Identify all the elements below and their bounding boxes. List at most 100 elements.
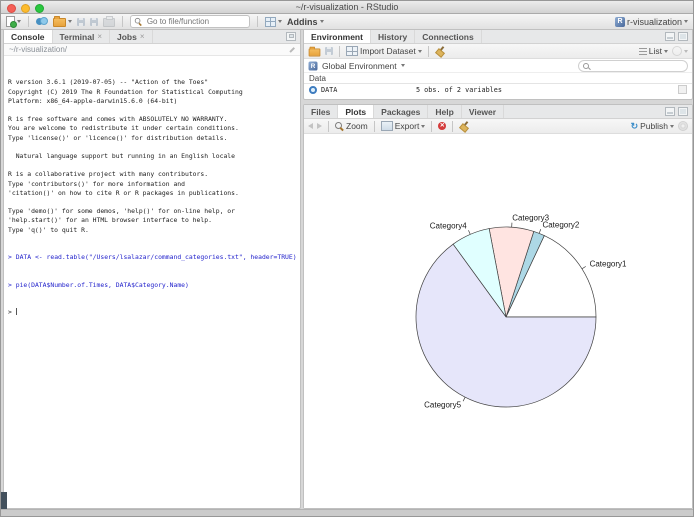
magnifier-icon (335, 121, 344, 131)
chevron-down-icon (278, 20, 282, 23)
project-name: r-visualization (626, 16, 682, 27)
tab-viewer[interactable]: Viewer (462, 105, 505, 118)
maximize-console-icon[interactable] (286, 32, 296, 41)
tab-environment[interactable]: Environment (304, 30, 371, 43)
console-command: > DATA <- read.table("/Users/lsalazar/co… (8, 253, 297, 262)
new-file-button[interactable] (6, 16, 21, 28)
export-plot-button[interactable]: Export (380, 121, 426, 131)
minimize-pane-icon[interactable] (665, 32, 675, 41)
next-plot-button[interactable] (317, 123, 322, 129)
new-project-button[interactable] (36, 17, 48, 26)
project-spheres-icon (36, 17, 48, 26)
rstudio-window: ~/r-visualization - RStudio Go to file/f… (0, 0, 694, 517)
search-icon (583, 62, 589, 69)
toolbar-divider (373, 120, 375, 132)
console-command: > pie(DATA$Number.of.Times, DATA$Categor… (8, 280, 189, 289)
console-input-line[interactable]: > (8, 308, 296, 317)
zoom-plot-button[interactable]: Zoom (335, 121, 368, 131)
tab-terminal[interactable]: Terminal × (53, 30, 110, 43)
object-summary: 5 obs. of 2 variables (416, 85, 502, 94)
open-file-button[interactable] (53, 16, 72, 27)
forward-arrow-icon (317, 123, 322, 129)
tab-help[interactable]: Help (428, 105, 462, 118)
gear-icon (678, 121, 688, 131)
clear-environment-button[interactable] (435, 46, 445, 56)
tab-console-label: Console (11, 31, 45, 42)
clear-console-icon[interactable] (289, 46, 295, 53)
plots-tabbar: Files Plots Packages Help Viewer (304, 105, 692, 119)
load-workspace-button[interactable] (308, 46, 321, 57)
tab-console[interactable]: Console (4, 30, 53, 43)
broom-icon (435, 46, 445, 56)
save-icon (325, 47, 333, 55)
tab-connections[interactable]: Connections (415, 30, 482, 43)
save-all-icon (90, 17, 98, 26)
tab-terminal-label: Terminal (59, 31, 95, 42)
broom-icon (459, 121, 469, 131)
chevron-down-icon (400, 64, 405, 67)
addins-button[interactable]: Addins (287, 17, 324, 27)
toolbar-divider (28, 16, 29, 27)
environment-view-button[interactable]: List (638, 46, 668, 56)
goto-file-input[interactable] (144, 16, 246, 27)
tab-plots[interactable]: Plots (338, 105, 375, 118)
toolbar-divider (452, 120, 454, 132)
working-directory: ~/r-visualization/ (9, 45, 68, 54)
maximize-pane-icon[interactable] (678, 32, 688, 41)
save-workspace-button[interactable] (325, 47, 333, 55)
save-button[interactable] (77, 17, 85, 26)
back-arrow-icon (308, 123, 313, 129)
title-bar: ~/r-visualization - RStudio (1, 1, 693, 14)
pie-label-tick (538, 229, 542, 234)
publish-button[interactable]: ↻ Publish (631, 121, 674, 131)
data-section-label: Data (309, 73, 326, 83)
clear-all-plots-button[interactable] (459, 121, 469, 131)
environment-entry-row[interactable]: DATA 5 obs. of 2 variables (304, 84, 692, 95)
remove-plot-button[interactable]: ✕ (438, 122, 447, 130)
toolbar-divider (257, 16, 258, 27)
tab-history[interactable]: History (371, 30, 416, 43)
pie-label-category5: Category5 (424, 401, 461, 410)
tab-packages-label: Packages (381, 106, 421, 117)
new-file-icon (6, 16, 17, 28)
export-label: Export (394, 121, 420, 131)
save-all-button[interactable] (90, 17, 98, 26)
environment-scope-row: R Global Environment (304, 59, 692, 73)
tab-viewer-label: Viewer (468, 106, 497, 117)
console-output-area[interactable]: R version 3.6.1 (2019-07-05) -- "Action … (4, 56, 300, 508)
project-selector[interactable]: R r-visualization (614, 16, 688, 27)
grid-icon (265, 16, 276, 27)
environment-scope-selector[interactable]: Global Environment (322, 61, 397, 71)
window-bottom-edge (1, 509, 693, 516)
pie-label-tick (581, 266, 586, 270)
console-prompt: > (8, 308, 12, 317)
toolbar-divider (328, 120, 329, 132)
tab-files[interactable]: Files (304, 105, 339, 118)
plots-toolbar: Zoom Export ✕ ↻ Publish (304, 119, 692, 134)
chevron-down-icon (319, 20, 324, 23)
r-environment-icon: R (308, 61, 318, 70)
pie-label-category4: Category4 (430, 222, 467, 231)
tab-environment-label: Environment (311, 31, 363, 42)
tab-packages[interactable]: Packages (374, 105, 429, 118)
tab-jobs[interactable]: Jobs × (110, 30, 153, 43)
minimize-pane-icon[interactable] (665, 107, 675, 116)
plots-options-button[interactable] (678, 121, 688, 131)
close-icon[interactable]: × (140, 32, 145, 41)
view-table-icon[interactable] (678, 85, 687, 94)
print-button[interactable] (103, 16, 115, 27)
maximize-pane-icon[interactable] (678, 107, 688, 116)
refresh-environment-button[interactable] (672, 46, 688, 56)
console-panel: Console Terminal × Jobs × ~/r-visualizat… (3, 29, 301, 509)
tab-plots-label: Plots (345, 106, 367, 117)
pane-layout-button[interactable] (265, 16, 282, 27)
environment-search[interactable] (578, 59, 688, 72)
tab-jobs-label: Jobs (117, 31, 137, 42)
close-icon[interactable]: × (97, 32, 102, 41)
tab-files-label: Files (311, 106, 331, 117)
goto-file-search[interactable] (130, 15, 250, 28)
delete-plot-icon: ✕ (438, 122, 447, 130)
previous-plot-button[interactable] (308, 123, 313, 129)
plot-display-area: Category1 Category2 Category3 Category4 Cate… (304, 134, 692, 508)
import-dataset-button[interactable]: Import Dataset (346, 46, 422, 56)
